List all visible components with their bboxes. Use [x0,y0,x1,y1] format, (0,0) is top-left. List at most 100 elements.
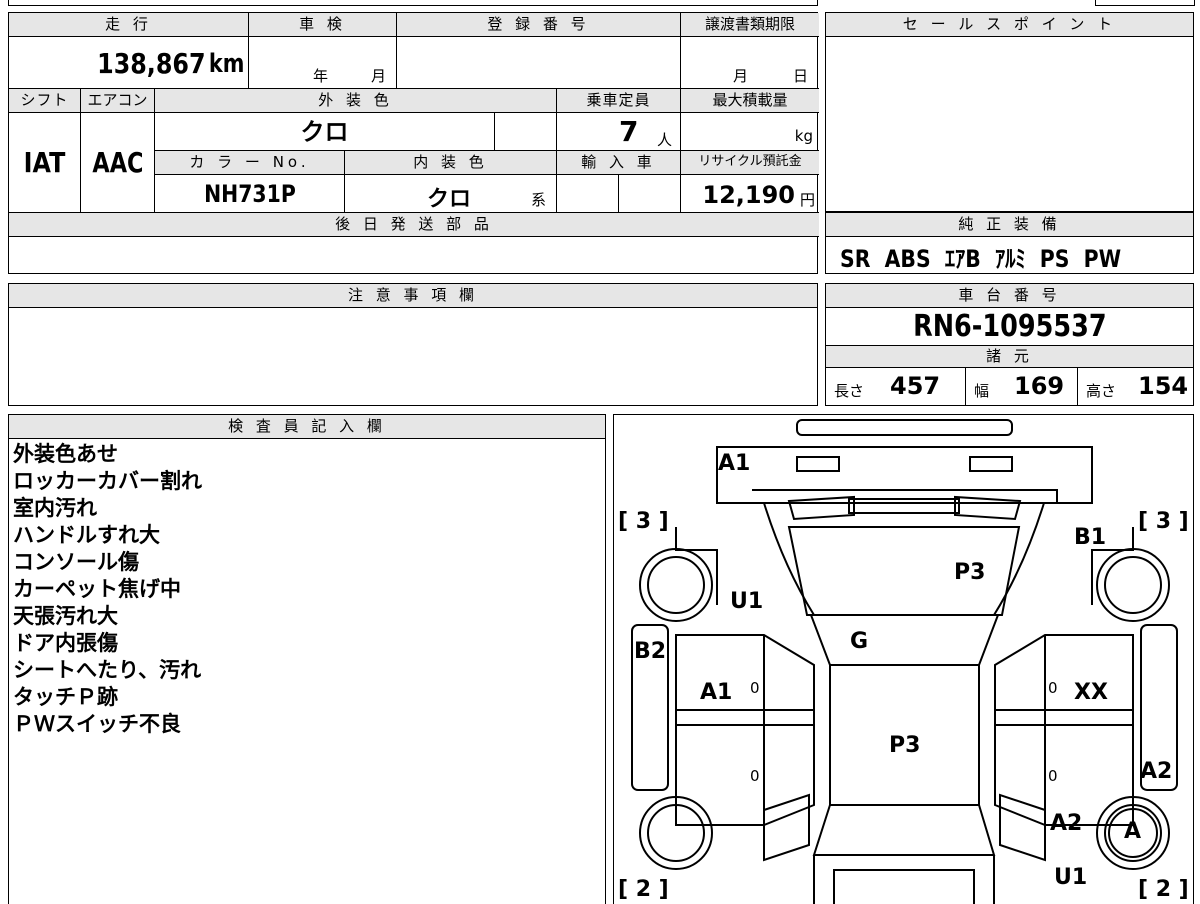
car-diagram-box: A1 [ 3 ] [ 3 ] B1 P3 U1 G B2 A1 0 0 XX P… [613,414,1194,904]
inspection-cell: 年 月 [249,37,397,89]
inspector-note: 天張汚れ大 [13,604,118,628]
spec-height-cell: 高さ 154 [1078,368,1193,405]
inspector-box: 検 査 員 記 入 欄 外装色あせ ロッカーカバー割れ 室内汚れ ハンドルすれ大… [8,414,606,904]
genuine-equipment-items: SR ABS ｴｱB ｱﾙﾐ PS PW [840,245,1122,273]
label-b2: B2 [634,639,667,664]
label-p3-roof: P3 [889,733,921,758]
interior-color-header: 内 装 色 [345,151,557,175]
inspector-note: カーペット焦げ中 [13,577,181,601]
sales-point-box: セ ー ル ス ポ イ ン ト [825,12,1194,212]
notes-field-box: 注 意 事 項 欄 [8,283,818,406]
genuine-equipment-box: 純 正 装 備 SR ABS ｴｱB ｱﾙﾐ PS PW [825,212,1194,274]
deferred-parts-cell [9,237,819,275]
spec-height-label: 高さ [1086,382,1117,400]
inspector-notes-list: 外装色あせ ロッカーカバー割れ 室内汚れ ハンドルすれ大 コンソール傷 カーペッ… [13,441,202,738]
recycle-fee-unit: 円 [799,191,815,209]
transfer-day: 日 [793,67,809,85]
inspector-note: 外装色あせ [13,442,118,466]
top-row-fragment [8,0,818,6]
label-zero-lf: 0 [750,679,760,697]
spec-length-value: 457 [890,372,941,400]
label-zero-rf: 0 [1048,679,1058,697]
import-car-header: 輸 入 車 [557,151,681,175]
inspector-note: ドア内張傷 [13,631,118,655]
import-car-cell-a [557,175,619,213]
label-tire-fl: [ 3 ] [618,509,669,534]
max-load-header: 最大積載量 [681,89,819,113]
recycle-fee-value: 12,190 [702,181,795,209]
inspection-month: 月 [371,67,387,85]
genuine-equipment-header: 純 正 装 備 [826,213,1193,237]
label-tire-fr: [ 3 ] [1138,509,1189,534]
exterior-color-extra [495,113,557,151]
registration-cell [397,37,681,89]
capacity-header: 乗車定員 [557,89,681,113]
inspector-header: 検 査 員 記 入 欄 [9,415,605,439]
inspector-note: 室内汚れ [13,496,97,520]
chassis-no-value: RN6-1095537 [912,309,1107,344]
sales-point-header: セ ー ル ス ポ イ ン ト [826,13,1193,37]
inspector-note: ロッカーカバー割れ [13,469,202,493]
chassis-no-header: 車 台 番 号 [826,284,1193,308]
interior-color-suffix: 系 [531,191,547,209]
inspection-header: 車 検 [249,13,397,37]
mileage-cell: 138,867 km [9,37,249,89]
label-tire-rr: [ 2 ] [1138,877,1189,902]
color-no-header: カ ラ ー No. [155,151,345,175]
inspector-note: コンソール傷 [13,550,139,574]
transfer-deadline-cell: 月 日 [681,37,819,89]
inspector-note: シートへたり、汚れ [13,658,202,682]
top-right-fragment [1095,0,1195,6]
exterior-color-cell: クロ [155,113,495,151]
label-a-circle: A [1124,819,1142,844]
mileage-header: 走 行 [9,13,249,37]
import-car-cell-b [619,175,681,213]
label-zero-rr: 0 [1048,767,1058,785]
mileage-value: 138,867 [97,47,206,80]
capacity-unit: 人 [657,131,673,149]
spec-length-cell: 長さ 457 [826,368,966,405]
label-b1: B1 [1074,525,1107,550]
label-zero-lr: 0 [750,767,760,785]
max-load-cell: kg [681,113,819,151]
spec-width-label: 幅 [974,382,990,400]
registration-header: 登 録 番 号 [397,13,681,37]
chassis-box: 車 台 番 号 RN6-1095537 諸 元 長さ 457 幅 169 高さ … [825,283,1194,406]
label-a1-left: A1 [700,680,733,705]
label-a2-right: A2 [1140,759,1173,784]
inspector-note: ＰＷスイッチ不良 [13,712,181,736]
deferred-parts-header: 後 日 発 送 部 品 [9,213,819,237]
shift-header: シフト [9,89,81,113]
capacity-value: 7 [619,115,639,148]
inspector-note: タッチＰ跡 [13,685,118,709]
label-u1-rear: U1 [1054,865,1088,890]
info-grid: 走 行 車 検 登 録 番 号 譲渡書類期限 138,867 km 年 月 月 … [8,12,819,275]
label-a1-front: A1 [718,451,751,476]
aircon-cell: AAC [81,113,155,213]
transfer-deadline-header: 譲渡書類期限 [681,13,819,37]
shift-cell: IAT [9,113,81,213]
aircon-value: AAC [91,146,144,179]
label-g: G [850,629,869,654]
label-p3-hood: P3 [954,560,986,585]
max-load-unit: kg [794,127,813,145]
specs-header: 諸 元 [826,346,1193,368]
spec-width-cell: 幅 169 [966,368,1078,405]
capacity-cell: 7 人 [557,113,681,151]
label-xx: XX [1074,680,1108,705]
transfer-month: 月 [733,67,749,85]
exterior-color-value: クロ [300,118,349,146]
car-outline-diagram [631,419,1178,904]
mileage-unit: km [208,49,244,79]
interior-color-cell: クロ 系 [345,175,557,213]
inspection-year: 年 [313,67,329,85]
spec-length-label: 長さ [834,382,865,400]
shift-value: IAT [23,146,66,179]
label-tire-rl: [ 2 ] [618,877,669,902]
color-no-cell: NH731P [155,175,345,213]
notes-field-header: 注 意 事 項 欄 [9,284,817,308]
inspector-note: ハンドルすれ大 [13,523,160,547]
label-a2-rear: A2 [1050,811,1083,836]
color-no-value: NH731P [203,180,296,208]
recycle-fee-header: リサイクル預託金 [681,151,819,175]
